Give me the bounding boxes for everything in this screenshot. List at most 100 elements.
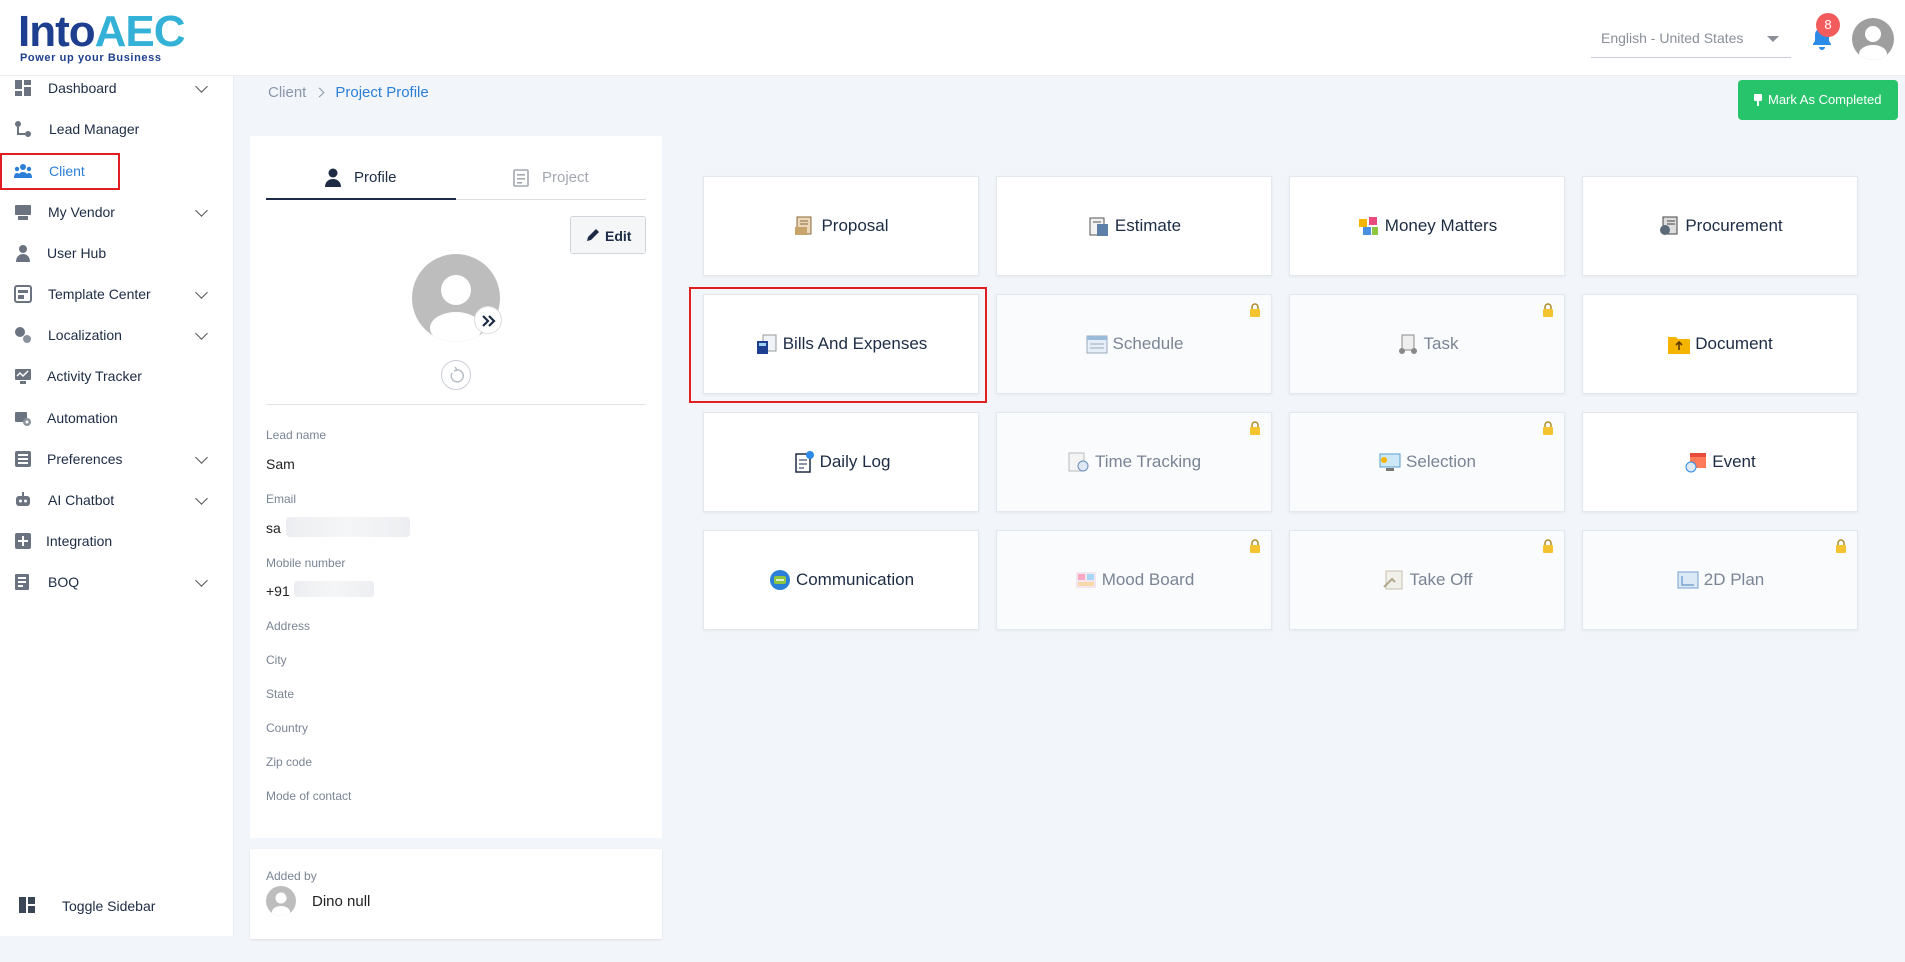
lock-icon <box>1250 421 1260 435</box>
sidebar-item-activity-tracker[interactable]: Activity Tracker <box>0 358 234 394</box>
user-avatar[interactable] <box>1852 18 1894 60</box>
module-2d-plan[interactable]: 2D Plan <box>1582 530 1858 630</box>
lock-icon <box>1543 539 1553 553</box>
sidebar-item-ai-chatbot[interactable]: AI Chatbot <box>0 482 234 518</box>
boq-icon <box>15 574 29 590</box>
sidebar: Dashboard Lead Manager Client My Vendor … <box>0 76 234 936</box>
sidebar-item-template-center[interactable]: Template Center <box>0 276 234 312</box>
module-label: Take Off <box>1409 570 1473 589</box>
tab-project[interactable]: Project <box>456 156 646 200</box>
edit-button[interactable]: Edit <box>570 216 646 254</box>
chevron-down-icon <box>195 492 208 505</box>
chevron-down-icon <box>195 574 208 587</box>
sidebar-item-preferences[interactable]: Preferences <box>0 441 234 477</box>
template-icon <box>14 285 32 303</box>
expand-avatar-button[interactable] <box>474 306 502 334</box>
client-highlight-box <box>0 153 120 190</box>
module-daily-log[interactable]: Daily Log <box>703 412 979 512</box>
sidebar-item-dashboard[interactable]: Dashboard <box>0 70 234 106</box>
module-time-tracking[interactable]: Time Tracking <box>996 412 1272 512</box>
chevron-right-icon <box>314 87 325 98</box>
breadcrumb: Client Project Profile <box>268 84 429 101</box>
module-label: Document <box>1695 334 1773 353</box>
sidebar-item-label: My Vendor <box>48 204 115 220</box>
tab-profile-label: Profile <box>354 169 397 186</box>
schedule-icon <box>1086 335 1108 354</box>
toggle-sidebar-label: Toggle Sidebar <box>62 898 156 914</box>
module-procurement[interactable]: Procurement <box>1582 176 1858 276</box>
divider <box>266 404 646 405</box>
preferences-icon <box>15 451 31 467</box>
double-chevron-right-icon <box>482 315 496 327</box>
breadcrumb-client[interactable]: Client <box>268 84 306 101</box>
zip-code-label: Zip code <box>266 755 313 769</box>
lead-name-label: Lead name <box>266 428 327 442</box>
module-mood-board[interactable]: Mood Board <box>996 530 1272 630</box>
document-icon <box>1668 337 1691 354</box>
sidebar-item-label: BOQ <box>48 574 80 590</box>
state-label: State <box>266 687 295 701</box>
mark-as-completed-label: Mark As Completed <box>1768 92 1882 107</box>
sidebar-item-automation[interactable]: Automation <box>0 400 234 436</box>
module-money-matters[interactable]: Money Matters <box>1289 176 1565 276</box>
logo-wordmark: IntoAEC <box>18 7 186 56</box>
added-by-avatar <box>266 886 296 916</box>
mood-board-icon <box>1075 572 1096 588</box>
sidebar-item-label: Localization <box>48 327 122 343</box>
chevron-down-icon <box>195 327 208 340</box>
user-silhouette-icon <box>272 892 290 916</box>
sidebar-item-user-hub[interactable]: User Hub <box>0 235 234 271</box>
module-task[interactable]: Task <box>1289 294 1565 394</box>
module-estimate[interactable]: Estimate <box>996 176 1272 276</box>
sidebar-item-my-vendor[interactable]: My Vendor <box>0 194 234 230</box>
2d-plan-icon <box>1677 571 1699 589</box>
breadcrumb-current: Project Profile <box>335 84 429 101</box>
redacted-mobile <box>294 581 374 597</box>
sidebar-item-label: AI Chatbot <box>48 492 115 508</box>
module-label: Mood Board <box>1101 570 1195 589</box>
lock-icon <box>1250 303 1260 317</box>
module-label: Event <box>1712 452 1756 471</box>
sidebar-item-label: User Hub <box>47 245 107 261</box>
module-schedule[interactable]: Schedule <box>996 294 1272 394</box>
module-selection[interactable]: Selection <box>1289 412 1565 512</box>
module-label: Task <box>1423 334 1459 353</box>
module-proposal[interactable]: Proposal <box>703 176 979 276</box>
app-logo[interactable]: IntoAEC Power up your Business <box>18 8 186 65</box>
module-communication[interactable]: Communication <box>703 530 979 630</box>
module-event[interactable]: Event <box>1582 412 1858 512</box>
sidebar-item-label: Preferences <box>47 451 123 467</box>
sidebar-item-localization[interactable]: Localization <box>0 317 234 353</box>
sidebar-item-label: Activity Tracker <box>47 368 142 384</box>
mobile-label: Mobile number <box>266 556 346 570</box>
added-by-card: Added by Dino null <box>250 849 662 939</box>
user-silhouette-icon <box>1859 26 1887 60</box>
language-select[interactable]: English - United States <box>1591 20 1791 58</box>
lock-icon <box>1836 539 1846 553</box>
sidebar-item-lead-manager[interactable]: Lead Manager <box>0 111 234 147</box>
module-label: Daily Log <box>819 452 891 471</box>
module-document[interactable]: Document <box>1582 294 1858 394</box>
tab-project-label: Project <box>542 169 589 186</box>
layout-panel-icon <box>19 897 35 913</box>
module-take-off[interactable]: Take Off <box>1289 530 1565 630</box>
sidebar-item-label: Dashboard <box>48 80 117 96</box>
sidebar-item-boq[interactable]: BOQ <box>0 564 234 600</box>
module-label: 2D Plan <box>1703 570 1765 589</box>
mark-as-completed-button[interactable]: Mark As Completed <box>1738 80 1898 120</box>
top-header: IntoAEC Power up your Business English -… <box>0 0 1905 76</box>
reset-avatar-button[interactable] <box>441 360 471 390</box>
sidebar-item-integration[interactable]: Integration <box>0 523 234 559</box>
module-label: Schedule <box>1112 334 1184 353</box>
chevron-down-icon <box>195 80 208 93</box>
toggle-sidebar-button[interactable]: Toggle Sidebar <box>0 884 234 924</box>
email-label: Email <box>266 492 297 506</box>
chevron-down-icon <box>195 286 208 299</box>
module-label: Proposal <box>821 216 889 235</box>
pencil-icon <box>587 229 599 241</box>
module-label: Selection <box>1406 452 1476 471</box>
tab-profile[interactable]: Profile <box>266 156 456 200</box>
localization-icon <box>15 327 31 343</box>
lead-manager-icon <box>15 121 31 137</box>
mobile-value: +91 <box>266 583 290 599</box>
